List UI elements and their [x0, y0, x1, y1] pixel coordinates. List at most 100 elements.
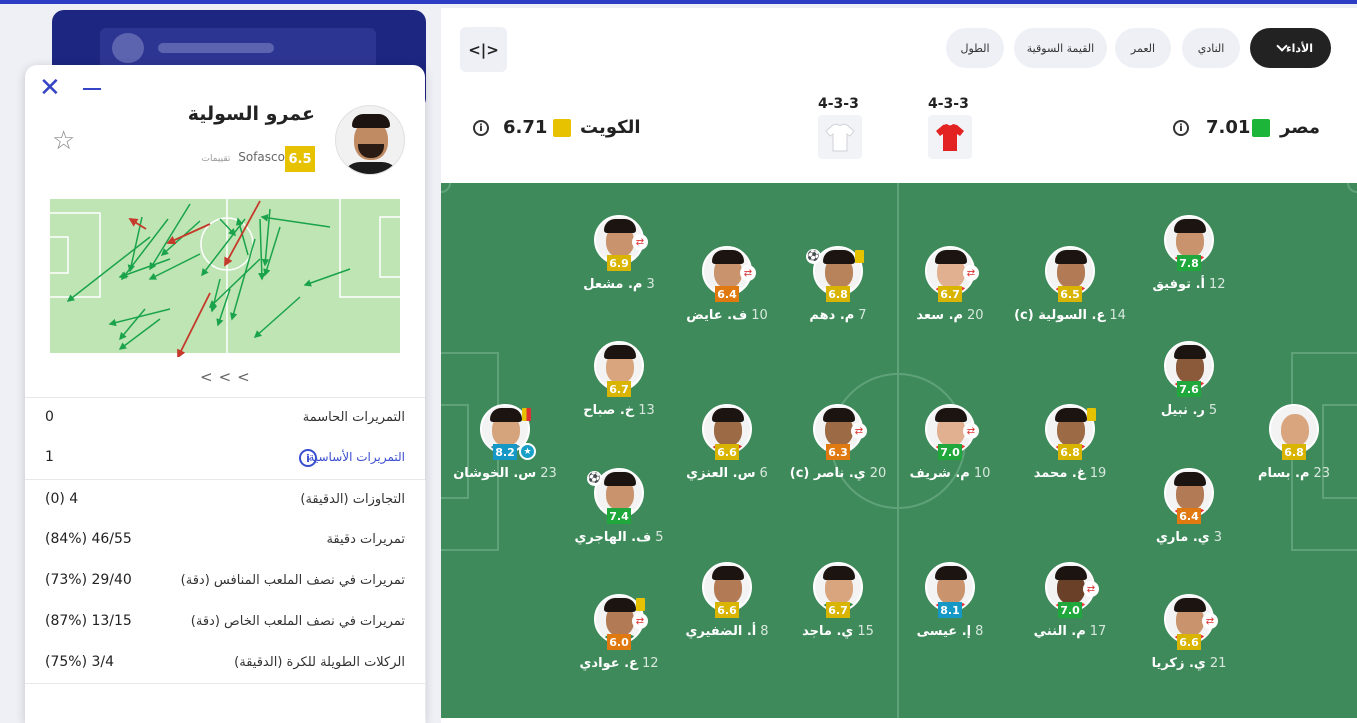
player-marker[interactable]: 6.9 3م. مشعل ⇄: [583, 215, 655, 292]
stat-value: 0: [45, 409, 54, 425]
player-marker[interactable]: 6.0 12ع. عوادي ⇄: [580, 594, 658, 671]
player-label[interactable]: 23س. الخوشان: [425, 466, 585, 481]
player-marker[interactable]: 6.6 21ي. زكريا ⇄: [1152, 594, 1226, 671]
avatar-hair: [712, 566, 744, 580]
player-marker[interactable]: 6.8 7م. دهم ⚽: [806, 246, 867, 323]
background-avatar: [112, 33, 144, 63]
player-marker[interactable]: 6.8 23م. بسام: [1258, 404, 1330, 481]
avatar-hair: [490, 408, 522, 422]
player-label[interactable]: 13خ. صباح: [539, 403, 699, 418]
player-number: 15: [857, 624, 874, 639]
goal-ball-icon: ⚽: [806, 249, 821, 264]
away-kit: [818, 115, 862, 159]
player-name: أ. الضفيري: [685, 624, 757, 639]
player-marker[interactable]: 6.3 20ي. ناصر (c) ⇄: [790, 404, 886, 481]
player-label[interactable]: 12أ. توفيق: [1109, 277, 1269, 292]
substitution-icon: ⇄: [963, 265, 979, 281]
player-name: م. شريف: [909, 466, 970, 481]
player-number: 5: [1208, 403, 1218, 418]
chip-market-value[interactable]: القيمة السوقية: [1014, 28, 1107, 68]
substitution-icon: ⇄: [632, 613, 648, 629]
player-number: 19: [1089, 466, 1107, 481]
player-marker[interactable]: 6.6 6س. العنزي: [686, 404, 768, 481]
chip-club[interactable]: النادي: [1182, 28, 1240, 68]
stats-list: التمريرات الحاسمة 0 التمريرات الأساسية i…: [25, 397, 425, 684]
player-label[interactable]: 8أ. الضفيري: [647, 624, 807, 639]
key-passes-link[interactable]: التمريرات الأساسية: [308, 450, 405, 464]
player-number: 23: [1313, 466, 1331, 481]
player-label[interactable]: 5ر. نبيل: [1109, 403, 1269, 418]
favorite-star-icon[interactable]: ☆: [52, 126, 75, 156]
player-number: 6: [759, 466, 768, 481]
player-label[interactable]: 12ع. عوادي: [539, 656, 699, 671]
stat-label: تمريرات دقيقة: [326, 532, 405, 547]
home-team-name[interactable]: مصر: [1280, 117, 1320, 138]
player-number: 10: [751, 308, 768, 323]
player-marker[interactable]: 6.6 8أ. الضفيري: [685, 562, 769, 639]
player-number: 3: [1213, 530, 1222, 545]
player-label[interactable]: 5ف. الهاجري: [539, 530, 699, 545]
player-marker[interactable]: 7.0 10م. شريف ⇄: [910, 404, 990, 481]
substitution-icon: ⇄: [740, 265, 756, 281]
player-label[interactable]: 3م. مشعل: [539, 277, 699, 292]
avatar-hair: [823, 250, 855, 264]
away-team-name[interactable]: الكويت: [580, 117, 641, 138]
player-marker[interactable]: 8.1 8إ. عيسى: [917, 562, 983, 639]
home-kit: [928, 115, 972, 159]
player-rating-badge: 7.0: [1058, 602, 1082, 618]
player-marker[interactable]: 7.0 17م. النني ⇄: [1034, 562, 1106, 639]
away-info-icon[interactable]: i: [473, 120, 489, 136]
chip-performance[interactable]: الأداء: [1250, 28, 1331, 68]
carousel-arrows[interactable]: <<<: [200, 368, 256, 386]
avatar-hair: [1055, 408, 1087, 422]
player-rating-badge: 6.6: [715, 444, 739, 460]
minimize-icon[interactable]: [83, 88, 101, 90]
player-name: ف. الهاجري: [574, 530, 652, 545]
player-marker[interactable]: 6.8 19غ. محمد: [1034, 404, 1106, 481]
info-icon[interactable]: i: [299, 449, 317, 467]
player-marker[interactable]: 6.7 13خ. صباح: [583, 341, 655, 418]
stat-value: (73%) 29/40: [45, 572, 132, 588]
avatar-hair: [604, 345, 636, 359]
player-name: إ. عيسى: [916, 624, 972, 639]
stat-value: (87%) 13/15: [45, 613, 132, 629]
substitution-icon: ⇄: [1083, 581, 1099, 597]
player-label[interactable]: 3ي. ماري: [1109, 530, 1269, 545]
player-rating-badge: 6.6: [715, 602, 739, 618]
home-info-icon[interactable]: i: [1173, 120, 1189, 136]
player-marker[interactable]: 7.8 12أ. توفيق: [1152, 215, 1226, 292]
player-number: 12: [641, 656, 659, 671]
avatar-hair: [1174, 472, 1206, 486]
filter-chips: الأداء النادي العمر القيمة السوقية الطول: [441, 28, 1357, 72]
player-marker[interactable]: 8.2 23س. الخوشان ★: [453, 404, 557, 481]
player-marker[interactable]: 6.4 3ي. ماري: [1156, 468, 1222, 545]
chip-height[interactable]: الطول: [946, 28, 1004, 68]
player-name: ف. عايض: [686, 308, 748, 323]
player-name: م. مشعل: [583, 277, 643, 292]
player-marker[interactable]: 6.5 14ع. السولية (c): [1014, 246, 1126, 323]
player-label[interactable]: 21ي. زكريا: [1109, 656, 1269, 671]
player-label[interactable]: 6س. العنزي: [647, 466, 807, 481]
close-icon[interactable]: ✕: [39, 75, 61, 101]
avatar-hair: [1174, 598, 1206, 612]
player-label[interactable]: 23م. بسام: [1214, 466, 1357, 481]
player-rating-badge: 6.7: [826, 602, 850, 618]
home-team-rating: 7.01: [1206, 117, 1251, 138]
chip-age[interactable]: العمر: [1115, 28, 1171, 68]
player-rating-badge: 6.5: [285, 146, 315, 172]
stat-row: التجاوزات (الدقيقة) (0) 4: [25, 479, 425, 520]
yellow-card-icon: [1087, 408, 1096, 421]
player-marker[interactable]: 6.7 20م. سعد ⇄: [916, 246, 984, 323]
player-marker[interactable]: 7.6 5ر. نبيل: [1161, 341, 1217, 418]
stat-value: (75%) 3/4: [45, 654, 115, 670]
player-marker[interactable]: 7.4 5ف. الهاجري ⚽: [574, 468, 664, 545]
player-label[interactable]: 10ف. عايض: [647, 308, 807, 323]
player-name: ر. نبيل: [1160, 403, 1205, 418]
avatar-hair: [935, 250, 967, 264]
avatar-hair: [823, 408, 855, 422]
player-marker[interactable]: 6.4 10ف. عايض ⇄: [686, 246, 768, 323]
player-marker[interactable]: 6.7 15ي. ماجد: [802, 562, 874, 639]
player-number: 8: [760, 624, 769, 639]
player-number: 10: [973, 466, 991, 481]
pitch-right-goal-box: [1322, 404, 1357, 499]
